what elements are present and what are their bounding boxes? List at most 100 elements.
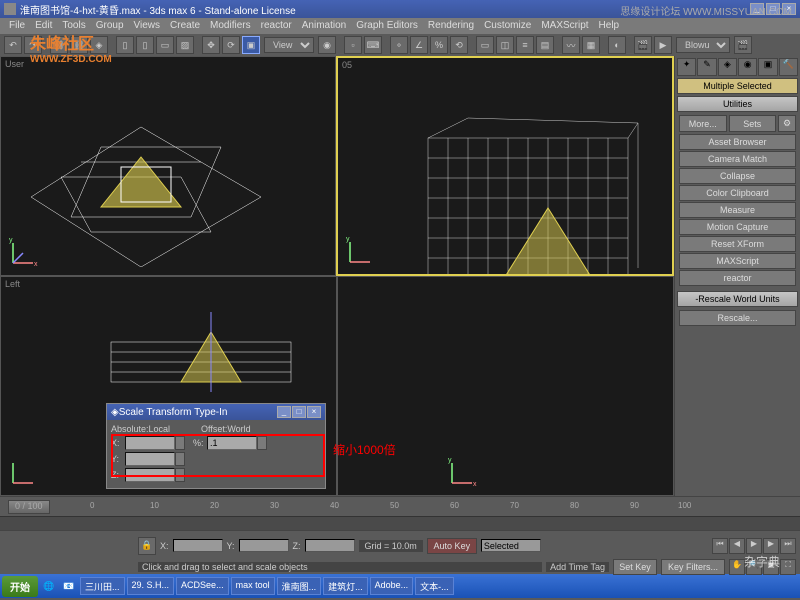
task-item[interactable]: ACDSee... — [176, 577, 229, 595]
keyboard-icon[interactable]: ⌨ — [364, 36, 382, 54]
move-icon[interactable]: ✥ — [202, 36, 220, 54]
render-last-icon[interactable]: 🎬 — [734, 36, 752, 54]
time-slider-bar[interactable]: 0 / 100 0 10 20 30 40 50 60 70 80 90 100 — [0, 496, 800, 516]
more-button[interactable]: More... — [679, 115, 727, 132]
task-item[interactable]: 淮南图... — [277, 577, 322, 595]
task-item[interactable]: Adobe... — [370, 577, 414, 595]
scale-icon[interactable]: ▣ — [242, 36, 260, 54]
cp-tab-modify[interactable]: ✎ — [697, 58, 716, 76]
time-slider-handle[interactable]: 0 / 100 — [8, 500, 50, 514]
autokey-button[interactable]: Auto Key — [427, 538, 477, 554]
render-type-dropdown[interactable]: Blowup — [676, 37, 730, 53]
curve-editor-icon[interactable]: 〰 — [562, 36, 580, 54]
util-maxscript[interactable]: MAXScript — [679, 253, 796, 269]
key-mode-dropdown[interactable] — [481, 539, 541, 552]
dialog-minimize[interactable]: _ — [277, 406, 291, 418]
cp-section-rescale[interactable]: -Rescale World Units — [677, 291, 798, 307]
pivot-icon[interactable]: ◉ — [318, 36, 336, 54]
lock-icon[interactable]: 🔒 — [138, 537, 156, 555]
align-icon[interactable]: ≡ — [516, 36, 534, 54]
schematic-icon[interactable]: ▦ — [582, 36, 600, 54]
menu-help[interactable]: Help — [594, 18, 625, 34]
named-sel-icon[interactable]: ▭ — [476, 36, 494, 54]
prev-frame-icon[interactable]: ◀ — [729, 538, 745, 554]
dialog-maximize[interactable]: □ — [292, 406, 306, 418]
menu-modifiers[interactable]: Modifiers — [205, 18, 256, 34]
quicklaunch-icon[interactable]: 🌐 — [40, 577, 58, 595]
menu-customize[interactable]: Customize — [479, 18, 536, 34]
reference-coord-dropdown[interactable]: View — [264, 37, 314, 53]
select-region-icon[interactable]: ▭ — [156, 36, 174, 54]
cp-section-utilities[interactable]: Utilities — [677, 96, 798, 112]
select-icon[interactable]: ▯ — [116, 36, 134, 54]
util-camera-match[interactable]: Camera Match — [679, 151, 796, 167]
viewport-perspective[interactable]: 05 — [336, 56, 674, 276]
util-asset-browser[interactable]: Asset Browser — [679, 134, 796, 150]
menu-maxscript[interactable]: MAXScript — [536, 18, 593, 34]
goto-start-icon[interactable]: ⏮ — [712, 538, 728, 554]
status-bar: 🔒 X: Y: Z: Grid = 10.0m Auto Key ⏮ ◀ ▶ ▶… — [0, 530, 800, 560]
next-frame-icon[interactable]: ▶ — [763, 538, 779, 554]
task-item[interactable]: 建筑灯... — [323, 577, 368, 595]
pan-icon[interactable]: ✋ — [729, 559, 745, 575]
layers-icon[interactable]: ▤ — [536, 36, 554, 54]
mirror-icon[interactable]: ◫ — [496, 36, 514, 54]
sets-button[interactable]: Sets — [729, 115, 777, 132]
task-item[interactable]: max tool — [231, 577, 275, 595]
menu-animation[interactable]: Animation — [297, 18, 351, 34]
angle-snap-icon[interactable]: ∠ — [410, 36, 428, 54]
spinner-snap-icon[interactable]: ⟲ — [450, 36, 468, 54]
menu-grapheditors[interactable]: Graph Editors — [351, 18, 423, 34]
quick-render-icon[interactable]: ▶ — [654, 36, 672, 54]
add-time-tag[interactable]: Add Time Tag — [546, 562, 609, 572]
cp-tab-motion[interactable]: ◉ — [738, 58, 757, 76]
task-item[interactable]: 文本-... — [415, 577, 454, 595]
snap-icon[interactable]: ⚬ — [390, 36, 408, 54]
dialog-close[interactable]: × — [307, 406, 321, 418]
percent-snap-icon[interactable]: % — [430, 36, 448, 54]
menu-rendering[interactable]: Rendering — [423, 18, 479, 34]
task-item[interactable]: 三川田... — [80, 577, 125, 595]
goto-end-icon[interactable]: ⏭ — [780, 538, 796, 554]
start-button[interactable]: 开始 — [2, 576, 38, 597]
util-reactor[interactable]: reactor — [679, 270, 796, 286]
window-crossing-icon[interactable]: ▨ — [176, 36, 194, 54]
rescale-button[interactable]: Rescale... — [679, 310, 796, 326]
dialog-title-text: Scale Transform Type-In — [119, 407, 228, 418]
util-measure[interactable]: Measure — [679, 202, 796, 218]
cp-tab-hierarchy[interactable]: ◈ — [718, 58, 737, 76]
z-coord-input[interactable] — [305, 539, 355, 552]
viewport-br[interactable]: yx — [337, 276, 674, 496]
cp-object-name: Multiple Selected — [677, 78, 798, 94]
render-scene-icon[interactable]: 🎬 — [634, 36, 652, 54]
axis-gizmo-icon: yx — [448, 457, 478, 487]
menu-reactor[interactable]: reactor — [256, 18, 297, 34]
cp-tab-create[interactable]: ✦ — [677, 58, 696, 76]
y-coord-input[interactable] — [239, 539, 289, 552]
material-icon[interactable]: ◐ — [608, 36, 626, 54]
util-collapse[interactable]: Collapse — [679, 168, 796, 184]
x-coord-input[interactable] — [173, 539, 223, 552]
select-manip-icon[interactable]: ▫ — [344, 36, 362, 54]
track-bar[interactable] — [0, 516, 800, 530]
play-icon[interactable]: ▶ — [746, 538, 762, 554]
maximize-vp-icon[interactable]: ⛶ — [780, 559, 796, 575]
task-item[interactable]: 29. S.H... — [127, 577, 175, 595]
menu-file[interactable]: File — [4, 18, 30, 34]
util-motion-capture[interactable]: Motion Capture — [679, 219, 796, 235]
viewport-user[interactable]: User yx — [0, 56, 336, 276]
util-color-clipboard[interactable]: Color Clipboard — [679, 185, 796, 201]
menu-views[interactable]: Views — [129, 18, 166, 34]
util-reset-xform[interactable]: Reset XForm — [679, 236, 796, 252]
cp-tab-display[interactable]: ▣ — [758, 58, 777, 76]
select-name-icon[interactable]: ▯ — [136, 36, 154, 54]
rotate-icon[interactable]: ⟳ — [222, 36, 240, 54]
quicklaunch-icon[interactable]: 📧 — [60, 577, 78, 595]
config-icon[interactable]: ⚙ — [778, 115, 796, 132]
cp-tab-utilities[interactable]: 🔨 — [779, 58, 798, 76]
keyfilters-button[interactable]: Key Filters... — [661, 559, 725, 575]
undo-icon[interactable]: ↶ — [4, 36, 22, 54]
viewport-area: User yx 05 — [0, 56, 674, 496]
setkey-button[interactable]: Set Key — [613, 559, 657, 575]
menu-create[interactable]: Create — [165, 18, 205, 34]
